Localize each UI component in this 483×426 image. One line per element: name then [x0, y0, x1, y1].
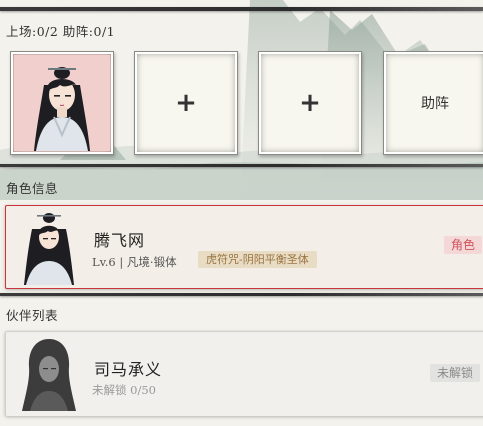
plus-icon: + [175, 88, 197, 118]
plus-icon: + [299, 88, 321, 118]
section-divider [0, 164, 483, 167]
section-divider [0, 293, 483, 296]
lineup-slot-3-add[interactable]: + [258, 51, 362, 155]
lineup-slot-1-character[interactable] [10, 51, 114, 155]
character-thumbnail [24, 213, 74, 285]
character-level-realm: Lv.6 | 凡境·锻体 [92, 255, 177, 269]
support-slot-label: 助阵 [421, 96, 449, 112]
partner-silhouette-thumbnail [22, 339, 76, 411]
section-title-character-info: 角色信息 [6, 181, 59, 196]
character-card[interactable]: 腾飞网 Lv.6 | 凡境·锻体 虎符咒-阴阳平衡圣体 角色 [5, 205, 483, 289]
top-divider [0, 7, 483, 11]
lineup-summary: 上场:0/2 助阵:0/1 [6, 24, 116, 39]
section-title-partner-list: 伙伴列表 [6, 308, 59, 323]
partner-card-locked[interactable]: 司马承义 未解锁 0/50 未解锁 [5, 331, 483, 416]
lineup-slot-support[interactable]: 助阵 [383, 51, 483, 155]
partner-unlock-progress: 未解锁 0/50 [92, 383, 156, 397]
lineup-slot-2-add[interactable]: + [134, 51, 238, 155]
partner-name: 司马承义 [94, 360, 163, 379]
skill-tag: 虎符咒-阴阳平衡圣体 [198, 251, 317, 268]
character-name: 腾飞网 [94, 231, 146, 250]
role-badge: 角色 [444, 236, 483, 254]
character-portrait-avatar [14, 55, 110, 151]
locked-status-badge: 未解锁 [430, 364, 481, 382]
